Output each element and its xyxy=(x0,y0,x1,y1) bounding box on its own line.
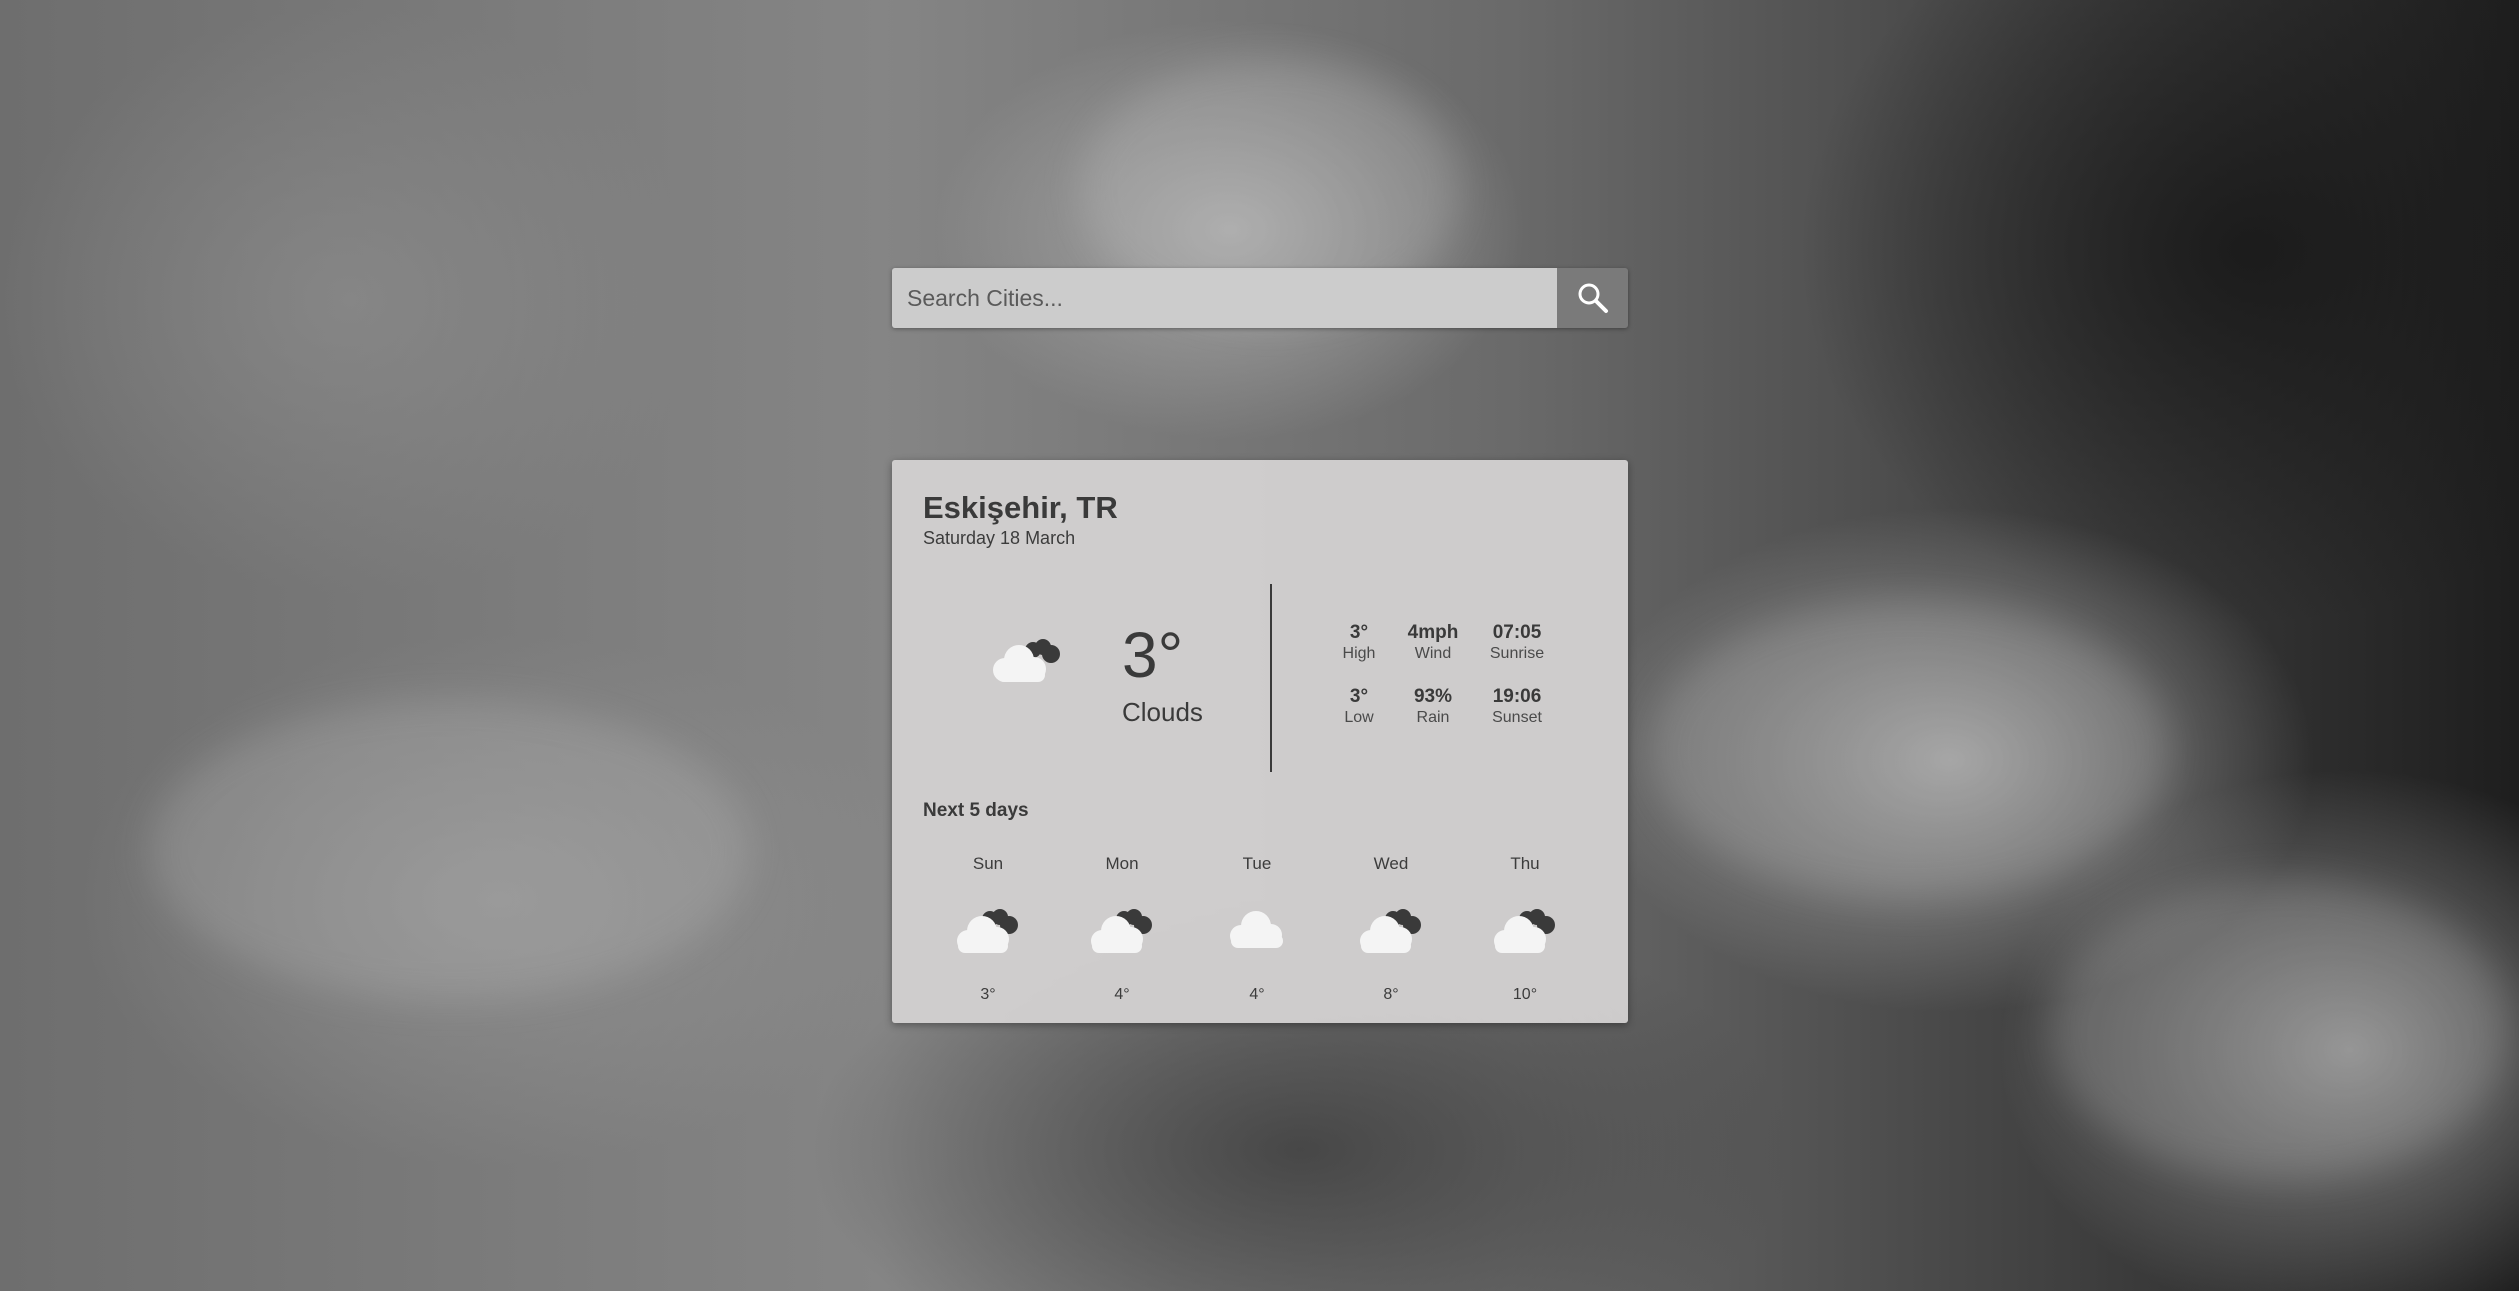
stat-rain: 93% Rain xyxy=(1388,686,1478,727)
forecast-day: Thu 10° xyxy=(1465,854,1585,1004)
forecast-temp: 3° xyxy=(980,986,996,1003)
broken-clouds-icon xyxy=(1465,900,1585,960)
forecast-day: Mon 4° xyxy=(1062,854,1182,1004)
stat-value: 07:05 xyxy=(1492,622,1542,643)
forecast-temp: 10° xyxy=(1512,986,1538,1003)
weather-description: Clouds xyxy=(1122,697,1203,727)
forecast-day-name: Tue xyxy=(1242,854,1272,873)
forecast-day-name: Mon xyxy=(1105,854,1139,873)
forecast-day: Sun 3° xyxy=(928,854,1048,1004)
stat-sunset: 19:06 Sunset xyxy=(1472,686,1562,727)
clouds-icon xyxy=(987,632,1063,689)
forecast-title: Next 5 days xyxy=(923,800,1029,821)
stat-label: Sunset xyxy=(1492,709,1542,726)
forecast-day-name: Thu xyxy=(1510,854,1540,873)
broken-clouds-icon xyxy=(1062,900,1182,960)
stat-sunrise: 07:05 Sunrise xyxy=(1472,622,1562,663)
forecast-day-name: Sun xyxy=(972,854,1004,873)
stat-wind: 4mph Wind xyxy=(1388,622,1478,663)
search-input[interactable] xyxy=(892,268,1557,328)
forecast-temp: 8° xyxy=(1383,986,1399,1003)
stat-value: 19:06 xyxy=(1492,686,1542,707)
search-bar xyxy=(892,268,1628,328)
stat-label: Rain xyxy=(1416,709,1450,726)
search-icon xyxy=(1578,283,1608,313)
city-name: Eskişehir, TR xyxy=(923,490,1118,525)
divider xyxy=(1270,584,1272,772)
forecast-temp: 4° xyxy=(1114,986,1130,1003)
forecast-temp: 4° xyxy=(1249,986,1265,1003)
forecast-day: Wed 8° xyxy=(1331,854,1451,1004)
forecast-day: Tue 4° xyxy=(1197,854,1317,1004)
forecast-day-name: Wed xyxy=(1373,854,1409,873)
stat-value: 4mph xyxy=(1407,622,1459,643)
stat-value: 93% xyxy=(1413,686,1453,707)
broken-clouds-icon xyxy=(1331,900,1451,960)
current-temperature: 3° xyxy=(1122,619,1184,691)
stat-label: Wind xyxy=(1414,645,1452,662)
search-button[interactable] xyxy=(1557,268,1628,328)
weather-card: Eskişehir, TR Saturday 18 March 3° Cloud… xyxy=(892,460,1628,1023)
cloud-icon xyxy=(1197,900,1317,960)
current-date: Saturday 18 March xyxy=(923,528,1076,548)
stat-label: Sunrise xyxy=(1489,645,1545,662)
broken-clouds-icon xyxy=(928,900,1048,960)
